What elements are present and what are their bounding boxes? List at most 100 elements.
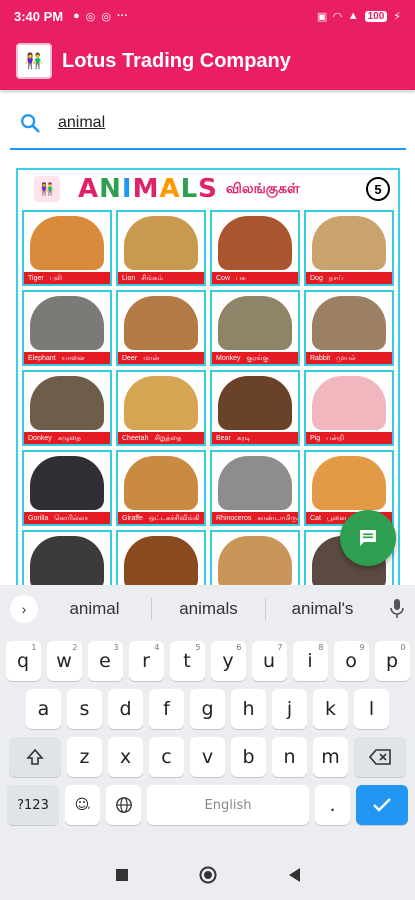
key-a[interactable]: a xyxy=(26,689,61,729)
enter-key[interactable] xyxy=(356,785,408,825)
key-e[interactable]: e3 xyxy=(87,641,123,681)
key-letter: t xyxy=(183,650,191,672)
animal-card[interactable]: Monkey குரங்கு xyxy=(210,290,300,366)
key-hint: 5 xyxy=(195,643,201,652)
mic-icon[interactable] xyxy=(379,598,415,620)
shift-key[interactable] xyxy=(9,737,61,777)
key-m[interactable]: m xyxy=(313,737,348,777)
space-key[interactable]: English xyxy=(147,785,309,825)
key-d[interactable]: d xyxy=(108,689,143,729)
animal-label: Dog நாய் xyxy=(306,272,392,284)
expand-suggestions-icon[interactable]: › xyxy=(10,595,38,623)
period-key[interactable]: . xyxy=(315,785,350,825)
animal-name-en: Cow xyxy=(216,274,231,282)
battery-icon: 100 xyxy=(364,10,388,22)
chat-fab-button[interactable] xyxy=(340,510,396,566)
poster-title-letter: A xyxy=(159,174,181,204)
animal-label: Monkey குரங்கு xyxy=(212,352,298,364)
search-input[interactable] xyxy=(58,114,358,132)
key-n[interactable]: n xyxy=(272,737,307,777)
key-p[interactable]: p0 xyxy=(374,641,410,681)
key-k[interactable]: k xyxy=(313,689,348,729)
animal-image xyxy=(218,296,292,350)
animal-label: Rabbit முயல் xyxy=(306,352,392,364)
animal-card[interactable]: Dog நாய் xyxy=(304,210,394,286)
key-f[interactable]: f xyxy=(149,689,184,729)
key-g[interactable]: g xyxy=(190,689,225,729)
animal-label: Pig பன்றி xyxy=(306,432,392,444)
animal-name-en: Deer xyxy=(122,354,138,362)
recents-button[interactable] xyxy=(115,868,129,887)
key-z[interactable]: z xyxy=(67,737,102,777)
key-t[interactable]: t5 xyxy=(169,641,205,681)
app-title: Lotus Trading Company xyxy=(62,49,291,72)
key-r[interactable]: r4 xyxy=(128,641,164,681)
animal-name-ta: பன்றி xyxy=(326,434,345,442)
key-h[interactable]: h xyxy=(231,689,266,729)
key-row-2: asdfghjkl xyxy=(0,689,415,729)
animal-card[interactable]: Lion சிங்கம் xyxy=(116,210,206,286)
key-letter: q xyxy=(16,650,30,672)
animal-label: Rhinoceros காண்டாமிருகம் xyxy=(212,512,298,524)
animal-name-en: Lion xyxy=(122,274,136,282)
animal-name-ta: மான் xyxy=(143,354,160,362)
animal-card[interactable]: Gorilla கொரில்லா xyxy=(22,450,112,526)
key-i[interactable]: i8 xyxy=(292,641,328,681)
animal-card[interactable]: Cheetah சிறுத்தை xyxy=(116,370,206,446)
animal-image xyxy=(30,456,104,510)
backspace-key[interactable] xyxy=(354,737,406,777)
poster-title-letter: L xyxy=(180,174,199,204)
key-l[interactable]: l xyxy=(354,689,389,729)
animal-name-ta: காண்டாமிருகம் xyxy=(257,514,298,522)
back-button[interactable] xyxy=(287,867,301,888)
key-v[interactable]: v xyxy=(190,737,225,777)
animal-card[interactable]: Deer மான் xyxy=(116,290,206,366)
search-icon[interactable] xyxy=(10,103,50,143)
animal-image xyxy=(124,296,198,350)
animal-card[interactable]: Pig பன்றி xyxy=(304,370,394,446)
language-key[interactable] xyxy=(106,785,141,825)
animal-card[interactable]: Donkey கழுதை xyxy=(22,370,112,446)
key-o[interactable]: o9 xyxy=(333,641,369,681)
animal-card[interactable]: Giraffe ஒட்டகச்சிவிங்கி xyxy=(116,450,206,526)
app-logo: 👫 xyxy=(16,43,52,79)
suggestion-strip: › animal animals animal's xyxy=(0,585,415,633)
animal-card[interactable] xyxy=(210,530,300,586)
animal-card[interactable] xyxy=(22,530,112,586)
suggestion-2[interactable]: animals xyxy=(152,599,265,619)
animal-card[interactable]: Tiger புலி xyxy=(22,210,112,286)
animal-card[interactable]: Bear கரடி xyxy=(210,370,300,446)
animal-image xyxy=(218,536,292,586)
suggestion-3[interactable]: animal's xyxy=(266,599,379,619)
key-s[interactable]: s xyxy=(67,689,102,729)
poster-title-letter: M xyxy=(132,174,160,204)
animal-card[interactable] xyxy=(116,530,206,586)
search-bar[interactable] xyxy=(10,98,406,150)
animal-image xyxy=(124,536,198,586)
key-b[interactable]: b xyxy=(231,737,266,777)
animal-card[interactable]: Rabbit முயல் xyxy=(304,290,394,366)
key-w[interactable]: w2 xyxy=(46,641,82,681)
animal-card[interactable]: Rhinoceros காண்டாமிருகம் xyxy=(210,450,300,526)
key-c[interactable]: c xyxy=(149,737,184,777)
symbols-key[interactable]: ?123 xyxy=(7,785,59,825)
key-j[interactable]: j xyxy=(272,689,307,729)
poster-title-letter: I xyxy=(121,174,133,204)
key-hint: 8 xyxy=(318,643,324,652)
suggestion-1[interactable]: animal xyxy=(38,599,151,619)
animal-card[interactable]: Elephant யானை xyxy=(22,290,112,366)
emoji-key[interactable]: ☺, xyxy=(65,785,100,825)
animal-image xyxy=(30,296,104,350)
animal-image xyxy=(312,216,386,270)
screen-cast-icon: ▣ xyxy=(316,10,328,23)
key-y[interactable]: y6 xyxy=(210,641,246,681)
animal-name-en: Donkey xyxy=(28,434,52,442)
animal-image xyxy=(124,376,198,430)
home-button[interactable] xyxy=(199,866,217,889)
notification-icons: ● ◎ ◎ ··· xyxy=(73,10,128,23)
key-u[interactable]: u7 xyxy=(251,641,287,681)
animal-card[interactable]: Cow பசு xyxy=(210,210,300,286)
chat-icon xyxy=(360,530,376,546)
key-q[interactable]: q1 xyxy=(5,641,41,681)
key-x[interactable]: x xyxy=(108,737,143,777)
